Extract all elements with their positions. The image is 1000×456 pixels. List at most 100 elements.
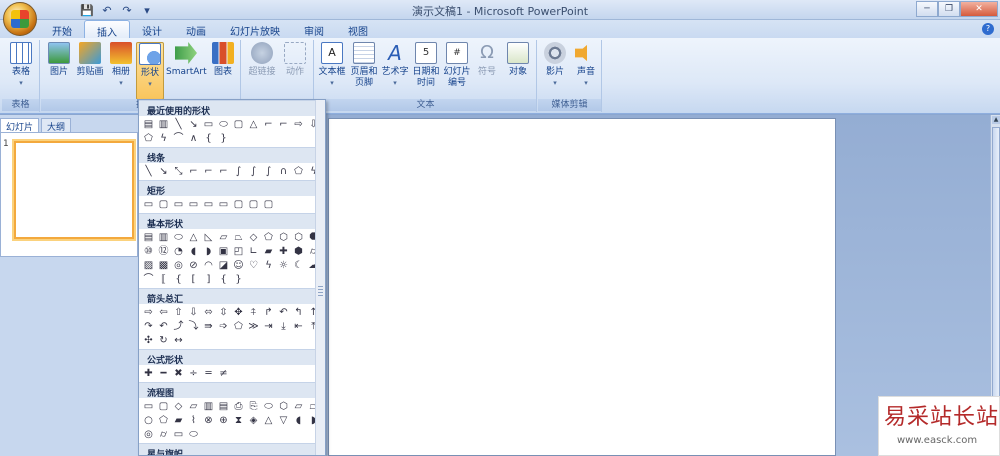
striped-right-arrow-icon[interactable]: ⇛ xyxy=(202,320,215,333)
textbox-shape-icon[interactable]: ▤ xyxy=(142,118,155,131)
restore-button[interactable]: ❐ xyxy=(938,1,960,17)
picture-button[interactable]: 图片 xyxy=(45,42,73,78)
tab-review[interactable]: 审阅 xyxy=(292,20,336,38)
curved-down-arrow-icon[interactable]: ⤵ xyxy=(187,320,200,333)
flow-extract-icon[interactable]: △ xyxy=(262,414,275,427)
arrow-icon[interactable]: ↘ xyxy=(157,165,170,178)
right-callout-arrow-icon[interactable]: ⇥ xyxy=(262,320,275,333)
moon-icon[interactable]: ☾ xyxy=(292,259,305,272)
datetime-button[interactable]: 5 日期和 时间 xyxy=(411,42,441,89)
elbow-arrow-shape-icon[interactable]: ⌐ xyxy=(277,118,290,131)
tab-outline[interactable]: 大纲 xyxy=(41,118,72,133)
flow-document-icon[interactable]: ⎙ xyxy=(232,400,245,413)
tab-slides[interactable]: 幻灯片 xyxy=(0,118,40,133)
snip-round-icon[interactable]: ▭ xyxy=(217,198,230,211)
snip-same-icon[interactable]: ▭ xyxy=(187,198,200,211)
wordart-button[interactable]: A 艺术字 ▾ xyxy=(380,42,410,89)
flow-decision-icon[interactable]: ◇ xyxy=(172,400,185,413)
equal-icon[interactable]: ═ xyxy=(202,367,215,380)
close-button[interactable]: ✕ xyxy=(960,1,998,17)
chord-icon[interactable]: ◖ xyxy=(187,245,200,258)
table-button[interactable]: 表格 ▾ xyxy=(5,42,37,89)
tab-design[interactable]: 设计 xyxy=(130,20,174,38)
heptagon-icon[interactable]: ⬡ xyxy=(292,231,305,244)
shapes-button[interactable]: 形状 ▾ xyxy=(136,42,164,100)
right-arrow-shape-icon[interactable]: ⇨ xyxy=(292,118,305,131)
u-turn-arrow-icon[interactable]: ↶ xyxy=(277,306,290,319)
tab-slideshow[interactable]: 幻灯片放映 xyxy=(218,20,292,38)
double-brace-icon[interactable]: { xyxy=(172,273,185,286)
flow-punched-tape-icon[interactable]: ⌇ xyxy=(187,414,200,427)
arc-icon[interactable]: ⌒ xyxy=(142,273,155,286)
circular-arrow-icon[interactable]: ↻ xyxy=(157,334,170,347)
down-block-arrow-icon[interactable]: ⇩ xyxy=(187,306,200,319)
left-block-arrow-icon[interactable]: ⇦ xyxy=(157,306,170,319)
tab-view[interactable]: 视图 xyxy=(336,20,380,38)
lightning-bolt-icon[interactable]: ϟ xyxy=(262,259,275,272)
minus-icon[interactable]: ━ xyxy=(157,367,170,380)
flow-direct-access-icon[interactable]: ▭ xyxy=(172,428,185,441)
elbow-connector-shape-icon[interactable]: ⌐ xyxy=(262,118,275,131)
flow-data-icon[interactable]: ▱ xyxy=(187,400,200,413)
elbow-connector-icon[interactable]: ⌐ xyxy=(187,165,200,178)
symbol-button[interactable]: Ω 符号 xyxy=(473,42,501,78)
curved-connector-icon[interactable]: ∫ xyxy=(232,165,245,178)
left-right-arrow-icon[interactable]: ⬄ xyxy=(202,306,215,319)
quad-arrow-icon[interactable]: ✥ xyxy=(232,306,245,319)
flow-summing-icon[interactable]: ⊗ xyxy=(202,414,215,427)
pentagon-arrow-icon[interactable]: ⬠ xyxy=(232,320,245,333)
oval-shape-icon[interactable]: ⬭ xyxy=(217,118,230,131)
up-down-arrow-icon[interactable]: ⇳ xyxy=(217,306,230,319)
block-arc-icon[interactable]: ◠ xyxy=(202,259,215,272)
flow-terminator-icon[interactable]: ⬭ xyxy=(262,400,275,413)
smiley-icon[interactable]: ☺ xyxy=(232,259,245,272)
heart-icon[interactable]: ♡ xyxy=(247,259,260,272)
down-callout-arrow-icon[interactable]: ⤓ xyxy=(277,320,290,333)
double-arrow-icon[interactable]: ⤡ xyxy=(172,165,185,178)
half-frame-icon[interactable]: ◰ xyxy=(232,245,245,258)
curved-arrow-connector-icon[interactable]: ∫ xyxy=(247,165,260,178)
scroll-up-icon[interactable]: ▲ xyxy=(992,116,1000,124)
left-bracket-icon[interactable]: [ xyxy=(187,273,200,286)
flow-card-icon[interactable]: ▰ xyxy=(172,414,185,427)
plaque-icon[interactable]: ⬢ xyxy=(292,245,305,258)
curved-double-arrow-icon[interactable]: ∫ xyxy=(262,165,275,178)
flow-stored-data-icon[interactable]: ◖ xyxy=(292,414,305,427)
sound-button[interactable]: 声音 ▾ xyxy=(571,42,601,89)
round-same-icon[interactable]: ▢ xyxy=(247,198,260,211)
diamond-icon[interactable]: ◇ xyxy=(247,231,260,244)
triangle-shape-icon[interactable]: △ xyxy=(247,118,260,131)
slide-canvas[interactable] xyxy=(328,118,836,456)
basic-textbox-icon[interactable]: ▤ xyxy=(142,231,155,244)
flow-or-icon[interactable]: ⊕ xyxy=(217,414,230,427)
no-symbol-icon[interactable]: ⊘ xyxy=(187,259,200,272)
textbox-button[interactable]: A 文本框 ▾ xyxy=(317,42,347,89)
left-up-arrow-icon[interactable]: ↰ xyxy=(292,306,305,319)
basic-vtextbox-icon[interactable]: ▥ xyxy=(157,231,170,244)
rectangle-shape-icon[interactable]: ▭ xyxy=(202,118,215,131)
hexagon-icon[interactable]: ⬡ xyxy=(277,231,290,244)
left-right-up-arrow-icon[interactable]: ⍏ xyxy=(247,306,260,319)
multiply-icon[interactable]: ✖ xyxy=(172,367,185,380)
basic-triangle-icon[interactable]: △ xyxy=(187,231,200,244)
object-button[interactable]: 对象 xyxy=(503,42,533,78)
flow-offpage-icon[interactable]: ⬠ xyxy=(157,414,170,427)
album-button[interactable]: 相册 ▾ xyxy=(108,42,134,89)
curved-left-arrow-icon[interactable]: ↶ xyxy=(157,320,170,333)
freeform-icon[interactable]: ⬠ xyxy=(292,165,305,178)
teardrop-icon[interactable]: ◗ xyxy=(202,245,215,258)
left-callout-arrow-icon[interactable]: ⇤ xyxy=(292,320,305,333)
flow-sort-icon[interactable]: ◈ xyxy=(247,414,260,427)
gallery-scrollbar[interactable] xyxy=(315,100,325,455)
dodecagon-icon[interactable]: ⑫ xyxy=(157,245,170,258)
lightning-shape-icon[interactable]: ϟ xyxy=(157,132,170,145)
curved-up-arrow-icon[interactable]: ⤴ xyxy=(172,320,185,333)
scrollbar-thumb[interactable] xyxy=(992,127,1000,427)
diagonal-stripe-icon[interactable]: ▰ xyxy=(262,245,275,258)
cross-icon[interactable]: ✚ xyxy=(277,245,290,258)
hyperlink-button[interactable]: 超链接 xyxy=(246,42,278,78)
flow-sequential-icon[interactable]: ◎ xyxy=(142,428,155,441)
l-shape-icon[interactable]: ∟ xyxy=(247,245,260,258)
curve-icon[interactable]: ∩ xyxy=(277,165,290,178)
donut-icon[interactable]: ◎ xyxy=(172,259,185,272)
